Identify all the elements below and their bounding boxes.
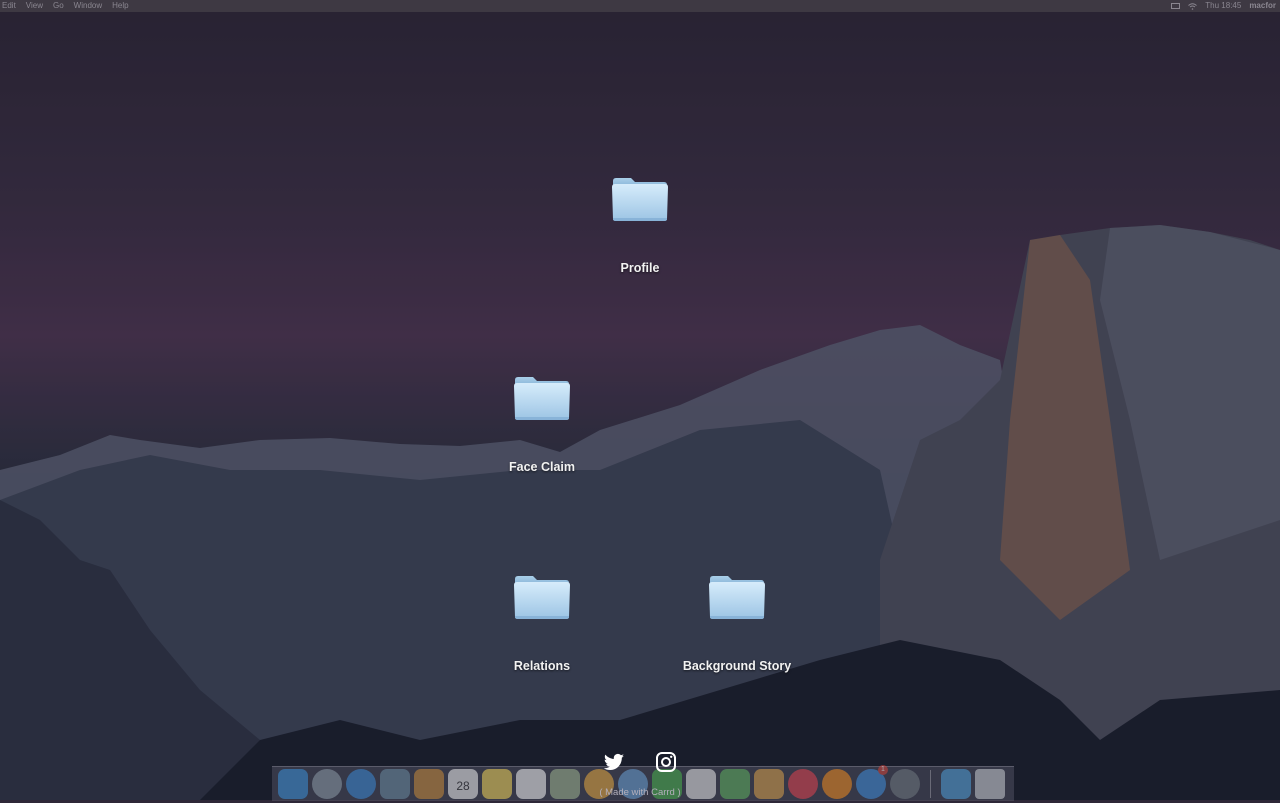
folder-background-story[interactable]: Background Story [672, 573, 802, 673]
wifi-icon[interactable] [1188, 2, 1198, 10]
app-store-icon[interactable]: 1 [856, 765, 888, 799]
folder-label: Face Claim [508, 460, 575, 474]
downloads-folder-icon[interactable] [941, 769, 971, 799]
menubar-clock[interactable]: Thu 18:45 [1205, 0, 1241, 12]
folder-relations[interactable]: Relations [477, 573, 607, 673]
folder-label: Profile [620, 261, 660, 275]
menu-go[interactable]: Go [53, 0, 64, 12]
menubar-user[interactable]: macfor [1249, 0, 1276, 12]
wallpaper-dim-overlay [0, 0, 1280, 800]
folder-label: Relations [513, 659, 571, 673]
made-with-carrd-link[interactable]: ( Made with Carrd ) [590, 787, 690, 798]
numbers-icon[interactable] [720, 769, 750, 799]
menu-edit[interactable]: Edit [2, 0, 16, 12]
twitter-icon[interactable] [602, 750, 626, 774]
system-preferences-icon[interactable] [890, 769, 920, 799]
folder-label: Background Story [682, 659, 792, 673]
app-store-badge: 1 [878, 765, 888, 775]
launchpad-icon[interactable] [312, 769, 342, 799]
mail-icon[interactable] [380, 769, 410, 799]
menu-window[interactable]: Window [74, 0, 102, 12]
folder-icon [513, 573, 571, 621]
contacts-icon[interactable] [414, 769, 444, 799]
calendar-day: 28 [456, 779, 470, 793]
menu-help[interactable]: Help [112, 0, 128, 12]
menu-view[interactable]: View [26, 0, 43, 12]
folder-icon [708, 573, 766, 621]
itunes-icon[interactable] [788, 769, 818, 799]
menu-bar: Edit View Go Window Help Thu 18:45 macfo… [0, 0, 1280, 12]
instagram-icon[interactable] [654, 750, 678, 774]
trash-icon[interactable] [975, 769, 1005, 799]
pages-icon[interactable] [686, 769, 716, 799]
calendar-icon[interactable]: 28 [448, 769, 478, 799]
reminders-icon[interactable] [516, 769, 546, 799]
maps-icon[interactable] [550, 769, 580, 799]
finder-icon[interactable] [278, 769, 308, 799]
folder-icon [611, 175, 669, 223]
airplay-icon[interactable] [1171, 2, 1181, 10]
keynote-icon[interactable] [754, 769, 784, 799]
folder-face-claim[interactable]: Face Claim [477, 374, 607, 474]
dock-separator [930, 770, 931, 798]
folder-icon [513, 374, 571, 422]
notes-icon[interactable] [482, 769, 512, 799]
ibooks-icon[interactable] [822, 769, 852, 799]
safari-icon[interactable] [346, 769, 376, 799]
folder-profile[interactable]: Profile [575, 175, 705, 275]
